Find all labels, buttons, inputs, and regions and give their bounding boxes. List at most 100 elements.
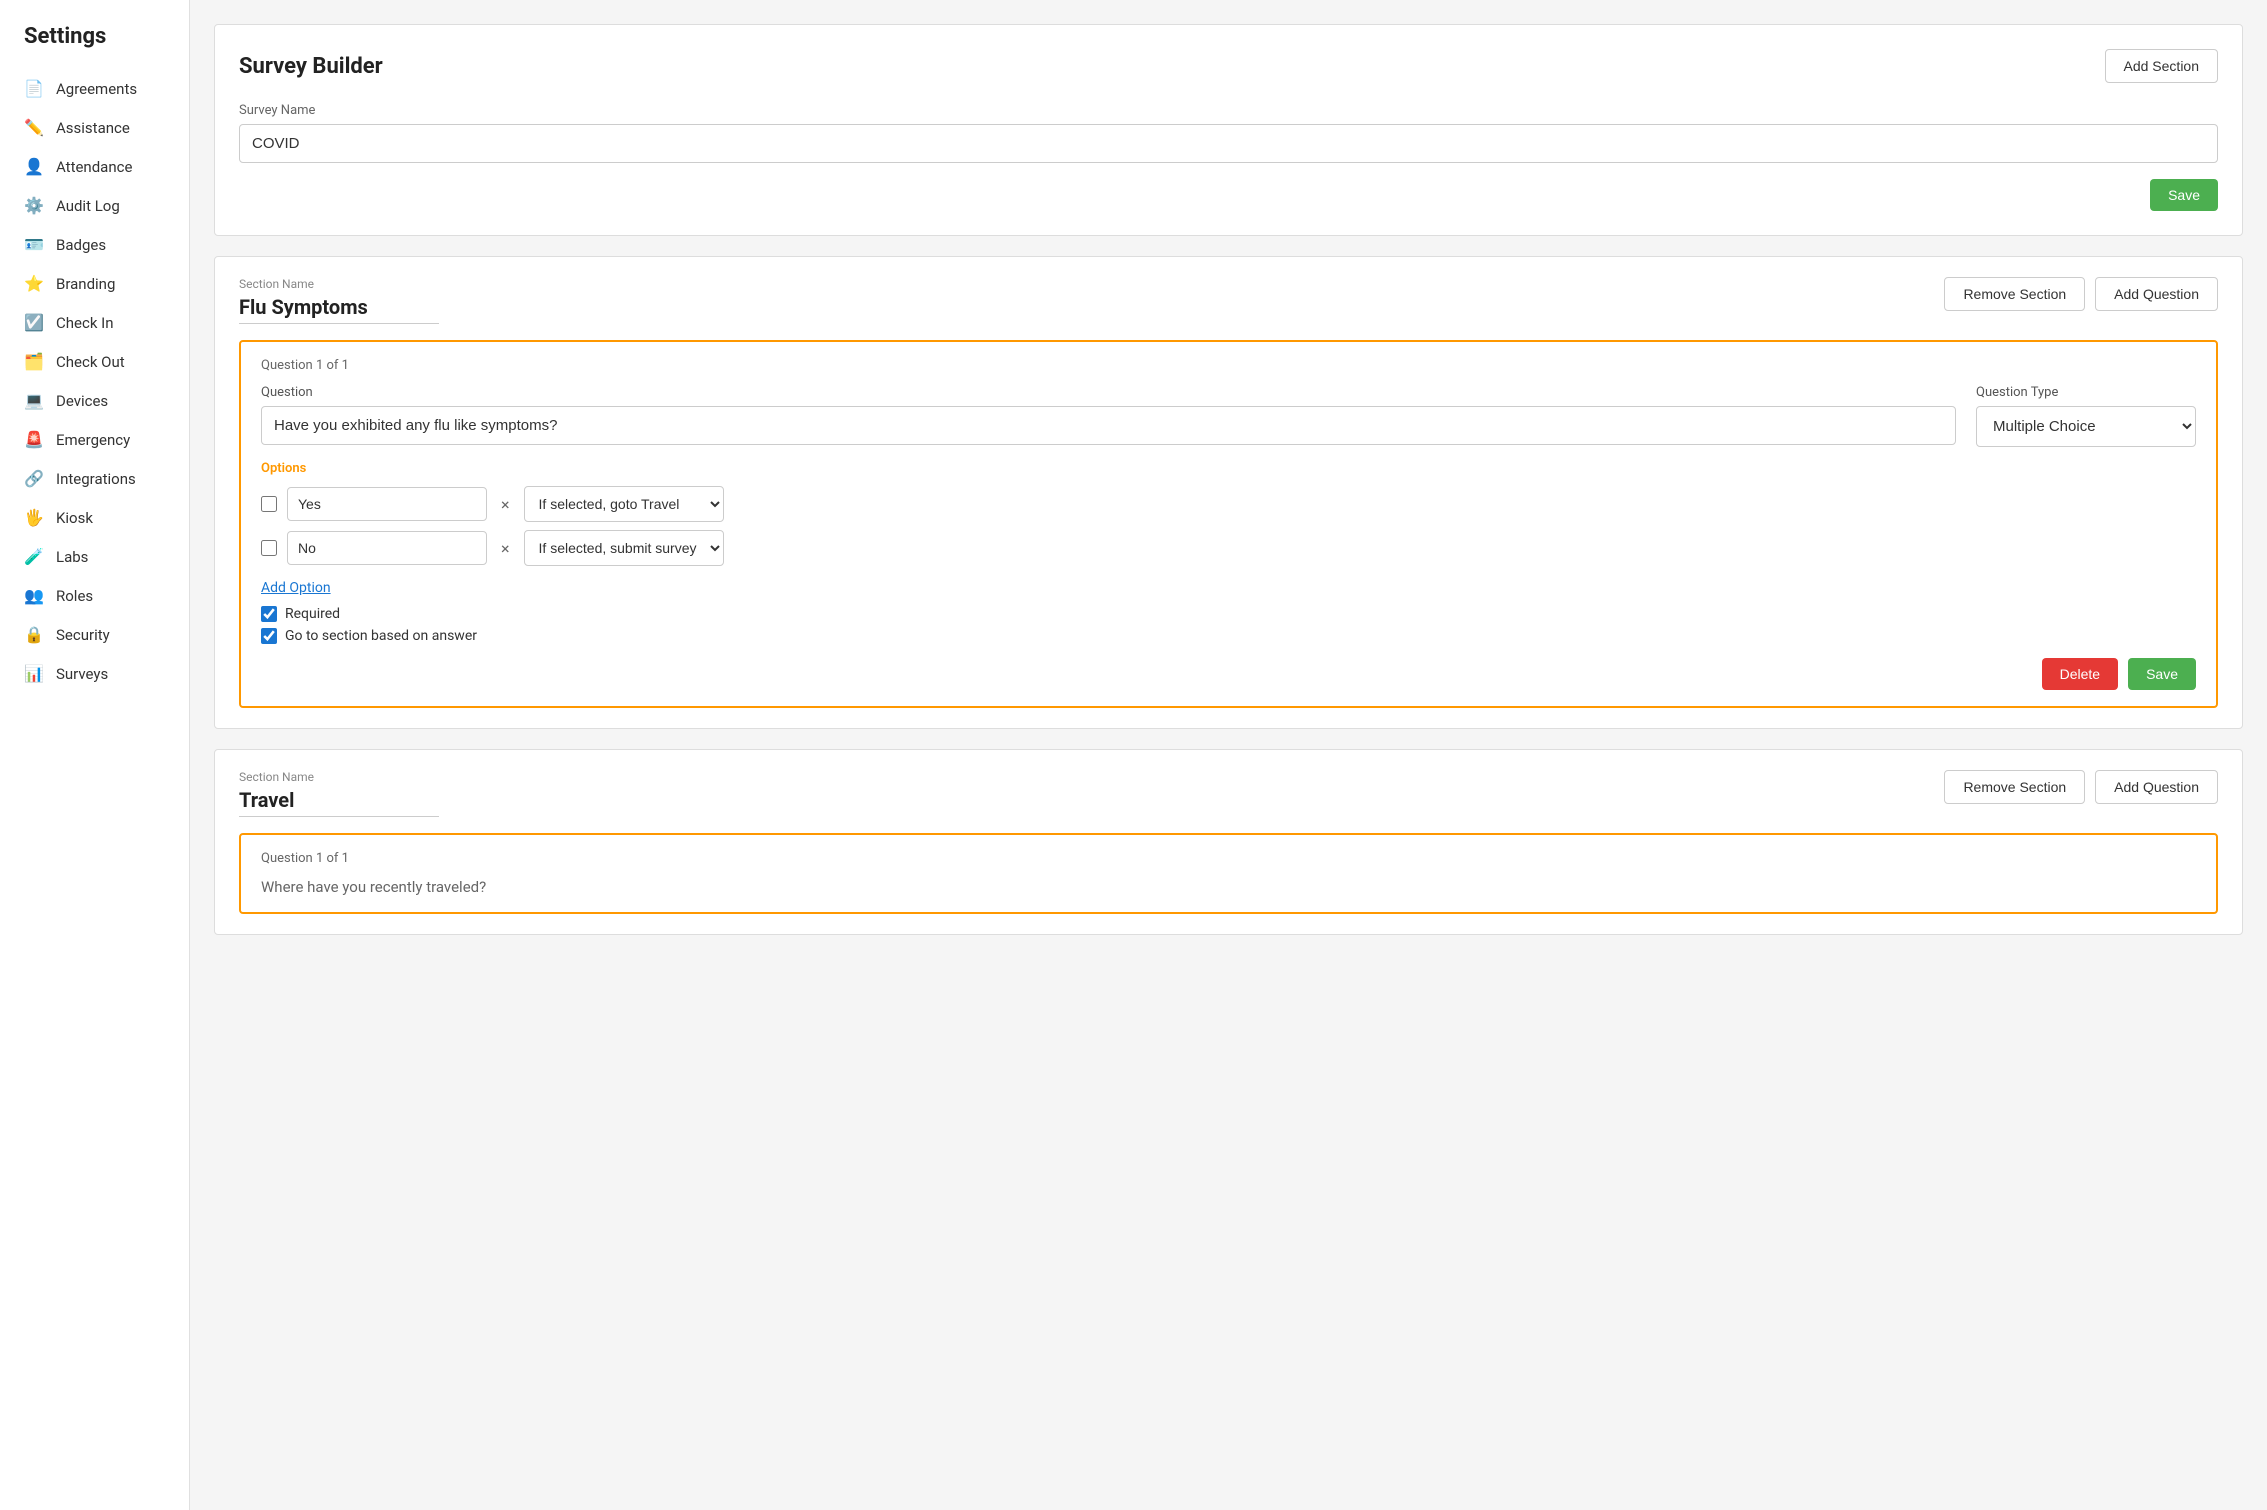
sidebar-label-check-in: Check In [56, 314, 114, 332]
sidebar-label-assistance: Assistance [56, 119, 130, 137]
question-block-simple-travel-q1: Question 1 of 1Where have you recently t… [239, 833, 2218, 914]
survey-save-button[interactable]: Save [2150, 179, 2218, 211]
question-type-select-flu-symptoms-q1[interactable]: Multiple ChoiceShort AnswerYes/No [1976, 406, 2196, 447]
required-label-flu-symptoms-q1: Required [285, 606, 340, 622]
option-row-flu-symptoms-q1-1: × If selected, goto TravelIf selected, su… [261, 530, 2196, 566]
option-goto-flu-symptoms-q1-1: If selected, goto TravelIf selected, sub… [524, 530, 724, 566]
goto-section-row-flu-symptoms-q1: Go to section based on answer [261, 628, 2196, 644]
question-number-flu-symptoms-q1: Question 1 of 1 [261, 358, 2196, 373]
required-row-flu-symptoms-q1: Required [261, 606, 2196, 622]
sidebar-label-branding: Branding [56, 275, 115, 293]
branding-icon: ⭐ [24, 274, 44, 293]
options-label-flu-symptoms-q1: Options [261, 461, 2196, 476]
security-icon: 🔒 [24, 625, 44, 644]
question-type-field-flu-symptoms-q1: Question TypeMultiple ChoiceShort Answer… [1976, 385, 2196, 447]
badges-icon: 🪪 [24, 235, 44, 254]
sidebar-item-check-in[interactable]: ☑️ Check In [0, 303, 189, 342]
sidebar-item-integrations[interactable]: 🔗Integrations [0, 459, 189, 498]
agreements-icon: 📄 [24, 79, 44, 98]
integrations-icon: 🔗 [24, 469, 44, 488]
section-name-group-flu-symptoms: Section Name Flu Symptoms [239, 277, 439, 324]
check-out-icon: 🗂️ [24, 352, 44, 371]
add-section-button[interactable]: Add Section [2105, 49, 2219, 83]
section-header-travel: Section Name Travel Remove Section Add Ques… [239, 770, 2218, 817]
section-name-value-travel[interactable]: Travel [239, 788, 439, 817]
sidebar-item-badges[interactable]: 🪪Badges [0, 225, 189, 264]
survey-name-input[interactable] [239, 124, 2218, 163]
sidebar-item-kiosk[interactable]: 🖐️Kiosk [0, 498, 189, 537]
add-question-button-flu-symptoms[interactable]: Add Question [2095, 277, 2218, 311]
sidebar-item-emergency[interactable]: 🚨 Emergency [0, 420, 189, 459]
assistance-icon: ✏️ [24, 118, 44, 137]
sidebar: Settings 📄 Agreements ✏️ Assistance 👤 Attenda… [0, 0, 190, 1510]
option-row-flu-symptoms-q1-0: × If selected, goto TravelIf selected, su… [261, 486, 2196, 522]
emergency-icon: 🚨 [24, 430, 44, 449]
question-field-flu-symptoms-q1: Question [261, 385, 1956, 447]
section-name-group-travel: Section Name Travel [239, 770, 439, 817]
sidebar-label-devices: Devices [56, 392, 108, 410]
question-footer-flu-symptoms-q1: Delete Save [261, 658, 2196, 690]
sidebar-label-emergency: Emergency [56, 431, 130, 449]
sidebar-label-labs: Labs [56, 548, 88, 566]
sidebar-label-roles: Roles [56, 587, 93, 605]
question-delete-button-flu-symptoms-q1[interactable]: Delete [2042, 658, 2118, 690]
sidebar-item-audit-log[interactable]: ⚙️Audit Log [0, 186, 189, 225]
sidebar-item-surveys[interactable]: 📊 Surveys [0, 654, 189, 693]
sidebar-item-roles[interactable]: 👥 Roles [0, 576, 189, 615]
question-block-flu-symptoms-q1: Question 1 of 1 Question Question TypeMult… [239, 340, 2218, 708]
option-text-input-flu-symptoms-q1-1[interactable] [287, 531, 487, 565]
section-name-label-flu-symptoms: Section Name [239, 277, 439, 291]
sidebar-item-agreements[interactable]: 📄 Agreements [0, 69, 189, 108]
goto-section-checkbox-flu-symptoms-q1[interactable] [261, 628, 277, 644]
option-goto-select-flu-symptoms-q1-1[interactable]: If selected, goto TravelIf selected, sub… [524, 530, 724, 566]
option-remove-flu-symptoms-q1-1[interactable]: × [497, 539, 514, 558]
option-goto-flu-symptoms-q1-0: If selected, goto TravelIf selected, sub… [524, 486, 724, 522]
sidebar-item-check-out[interactable]: 🗂️ Check Out [0, 342, 189, 381]
add-question-button-travel[interactable]: Add Question [2095, 770, 2218, 804]
sidebar-label-audit-log: Audit Log [56, 197, 120, 215]
option-remove-flu-symptoms-q1-0[interactable]: × [497, 495, 514, 514]
sidebar-label-surveys: Surveys [56, 665, 108, 683]
required-checkbox-flu-symptoms-q1[interactable] [261, 606, 277, 622]
section-name-label-travel: Section Name [239, 770, 439, 784]
sidebar-item-security[interactable]: 🔒 Security [0, 615, 189, 654]
sidebar-title: Settings [0, 16, 189, 69]
option-checkbox-flu-symptoms-q1-0[interactable] [261, 496, 277, 512]
roles-icon: 👥 [24, 586, 44, 605]
sidebar-item-attendance[interactable]: 👤 Attendance [0, 147, 189, 186]
sidebar-item-assistance[interactable]: ✏️ Assistance [0, 108, 189, 147]
goto-section-label-flu-symptoms-q1: Go to section based on answer [285, 628, 477, 644]
sidebar-item-devices[interactable]: 💻 Devices [0, 381, 189, 420]
sidebar-label-agreements: Agreements [56, 80, 137, 98]
sidebar-label-check-out: Check Out [56, 353, 125, 371]
option-goto-select-flu-symptoms-q1-0[interactable]: If selected, goto TravelIf selected, sub… [524, 486, 724, 522]
sidebar-label-attendance: Attendance [56, 158, 132, 176]
survey-header-row: Survey Builder Add Section [239, 49, 2218, 83]
option-checkbox-flu-symptoms-q1-1[interactable] [261, 540, 277, 556]
sidebar-label-security: Security [56, 626, 110, 644]
labs-icon: 🧪 [24, 547, 44, 566]
section-actions-travel: Remove Section Add Question [1944, 770, 2218, 804]
question-row-flu-symptoms-q1: Question Question TypeMultiple ChoiceShor… [261, 385, 2196, 447]
kiosk-icon: 🖐️ [24, 508, 44, 527]
section-actions-flu-symptoms: Remove Section Add Question [1944, 277, 2218, 311]
section-card-travel: Section Name Travel Remove Section Add Ques… [214, 749, 2243, 935]
sidebar-item-branding[interactable]: ⭐ Branding [0, 264, 189, 303]
sidebar-item-labs[interactable]: 🧪 Labs [0, 537, 189, 576]
section-name-value-flu-symptoms[interactable]: Flu Symptoms [239, 295, 439, 324]
question-save-button-flu-symptoms-q1[interactable]: Save [2128, 658, 2196, 690]
option-text-input-flu-symptoms-q1-0[interactable] [287, 487, 487, 521]
devices-icon: 💻 [24, 391, 44, 410]
main-content: Survey Builder Add Section Survey Name S… [190, 0, 2267, 1510]
attendance-icon: 👤 [24, 157, 44, 176]
surveys-icon: 📊 [24, 664, 44, 683]
question-input-flu-symptoms-q1[interactable] [261, 406, 1956, 445]
question-label-flu-symptoms-q1: Question [261, 385, 1956, 400]
question-number-simple-travel-q1: Question 1 of 1 [261, 851, 2196, 866]
section-header-flu-symptoms: Section Name Flu Symptoms Remove Section Ad… [239, 277, 2218, 324]
section-card-flu-symptoms: Section Name Flu Symptoms Remove Section Ad… [214, 256, 2243, 729]
remove-section-button-flu-symptoms[interactable]: Remove Section [1944, 277, 2085, 311]
check-in-icon: ☑️ [24, 313, 44, 332]
remove-section-button-travel[interactable]: Remove Section [1944, 770, 2085, 804]
add-option-link-flu-symptoms-q1[interactable]: Add Option [261, 580, 331, 596]
